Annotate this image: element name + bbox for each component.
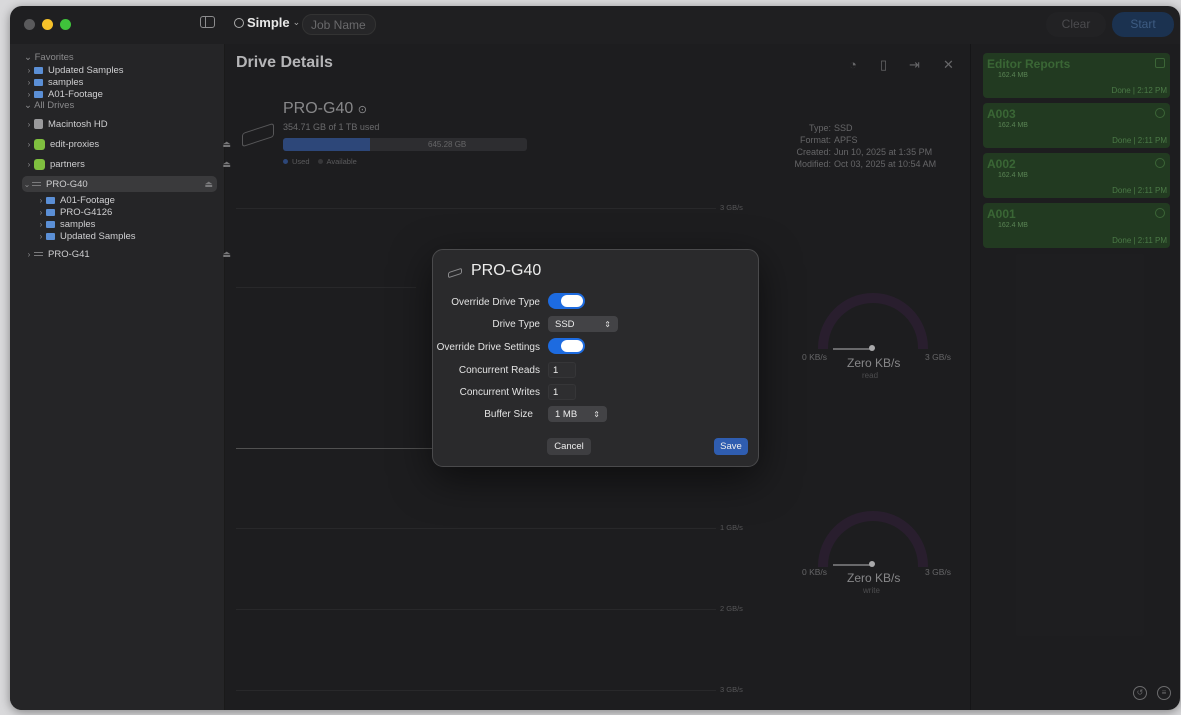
favorite-label: A01-Footage (48, 88, 103, 100)
save-button[interactable]: Save (714, 438, 748, 455)
drive-icon (32, 182, 41, 186)
folder-icon (46, 196, 55, 204)
drive-label: PRO-G41 (48, 248, 90, 260)
override-drive-settings-label: Override Drive Settings (436, 342, 540, 353)
folder-icon (46, 220, 55, 228)
concurrent-writes-input[interactable]: 1 (548, 384, 576, 400)
drive-item-edit-proxies[interactable]: › edit-proxies ⏏ (24, 137, 239, 151)
disclosure-arrow-icon: › (27, 159, 31, 169)
sidebar: ⌄ Favorites › Updated Samples › samples › A… (10, 44, 231, 710)
favorite-item[interactable]: › samples (24, 76, 239, 88)
drive-settings-dialog: PRO-G40 Override Drive Type Drive Type S… (432, 249, 759, 467)
drive-type-label: Drive Type (492, 319, 540, 330)
disclosure-arrow-icon: › (39, 231, 43, 241)
folder-icon (46, 208, 55, 216)
disclosure-arrow-icon: ⌄ (23, 179, 31, 189)
folder-icon (34, 78, 43, 86)
cancel-button[interactable]: Cancel (547, 438, 591, 455)
drive-item-pro-g41[interactable]: › PRO-G41 ⏏ (24, 247, 239, 261)
minimize-window-button[interactable] (42, 19, 53, 30)
buffer-size-label: Buffer Size (484, 409, 533, 420)
favorites-header[interactable]: ⌄ Favorites (24, 52, 74, 63)
disclosure-arrow-icon: › (27, 77, 31, 87)
concurrent-reads-input[interactable]: 1 (548, 362, 576, 378)
buffer-size-value: 1 MB (555, 408, 578, 420)
disclosure-arrow-icon: › (27, 139, 31, 149)
mode-selector[interactable]: Simple ⌄ (234, 15, 300, 30)
override-drive-settings-toggle[interactable] (548, 338, 585, 354)
app-window: Simple ⌄ Job Name Clear Start ⌄ Favorite… (10, 6, 1180, 710)
drive-label: edit-proxies (50, 138, 100, 150)
override-drive-type-toggle[interactable] (548, 293, 585, 309)
favorite-label: samples (48, 76, 84, 88)
disclosure-arrow-icon: › (27, 89, 31, 99)
up-down-chevron-icon: ⇕ (604, 319, 611, 329)
disclosure-arrow-icon: › (27, 65, 31, 75)
toggle-knob (561, 295, 583, 307)
folder-label: PRO-G4126 (60, 206, 113, 218)
drive-label: partners (50, 158, 85, 170)
favorite-item[interactable]: › Updated Samples (24, 64, 239, 76)
job-name-input[interactable]: Job Name (302, 14, 376, 35)
favorite-item[interactable]: › A01-Footage (24, 88, 239, 100)
drive-icon (34, 252, 43, 256)
chevron-down-icon: ⌄ (292, 17, 301, 27)
drive-item-partners[interactable]: › partners ⏏ (24, 157, 239, 171)
drive-type-value: SSD (555, 318, 575, 330)
drive-item-pro-g40[interactable]: ⌄ PRO-G40 ⏏ (22, 176, 217, 192)
disclosure-arrow-icon: › (27, 249, 31, 259)
disclosure-arrow-icon: › (39, 219, 43, 229)
start-button[interactable]: Start (1112, 12, 1174, 37)
mode-circle-icon (234, 17, 244, 28)
favorite-label: Updated Samples (48, 64, 124, 76)
external-drive-icon (34, 138, 45, 150)
folder-item[interactable]: › PRO-G4126 (36, 206, 251, 218)
toggle-knob (561, 340, 583, 352)
zoom-window-button[interactable] (60, 19, 71, 30)
folder-label: samples (60, 218, 96, 230)
folder-icon (46, 232, 55, 240)
concurrent-writes-label: Concurrent Writes (459, 387, 540, 398)
disclosure-arrow-icon: › (27, 119, 31, 129)
drive-item-macintosh-hd[interactable]: › Macintosh HD (24, 117, 239, 131)
all-drives-header[interactable]: ⌄ All Drives (24, 100, 74, 111)
dialog-title: PRO-G40 (471, 262, 542, 279)
folder-label: A01-Footage (60, 194, 115, 206)
drive-label: Macintosh HD (48, 118, 108, 130)
buffer-size-select[interactable]: 1 MB ⇕ (548, 406, 607, 422)
disclosure-arrow-icon: › (39, 207, 43, 217)
close-window-button[interactable] (24, 19, 35, 30)
drive-label: PRO-G40 (46, 178, 88, 190)
disclosure-arrow-icon: › (39, 195, 43, 205)
disk-icon (34, 119, 43, 129)
folder-item[interactable]: › A01-Footage (36, 194, 251, 206)
up-down-chevron-icon: ⇕ (593, 409, 600, 419)
folder-item[interactable]: › samples (36, 218, 251, 230)
folder-label: Updated Samples (60, 230, 136, 242)
folder-item[interactable]: › Updated Samples (36, 230, 251, 242)
override-drive-type-label: Override Drive Type (451, 297, 540, 308)
sidebar-toggle-icon[interactable] (200, 16, 215, 28)
drive-icon (448, 267, 462, 279)
mode-label: Simple (247, 15, 290, 30)
eject-icon[interactable]: ⏏ (204, 179, 213, 190)
clear-button[interactable]: Clear (1046, 12, 1106, 37)
external-drive-icon (34, 158, 45, 170)
concurrent-reads-label: Concurrent Reads (458, 365, 540, 376)
drive-type-select[interactable]: SSD ⇕ (548, 316, 618, 332)
folder-icon (34, 66, 43, 74)
folder-icon (34, 90, 43, 98)
